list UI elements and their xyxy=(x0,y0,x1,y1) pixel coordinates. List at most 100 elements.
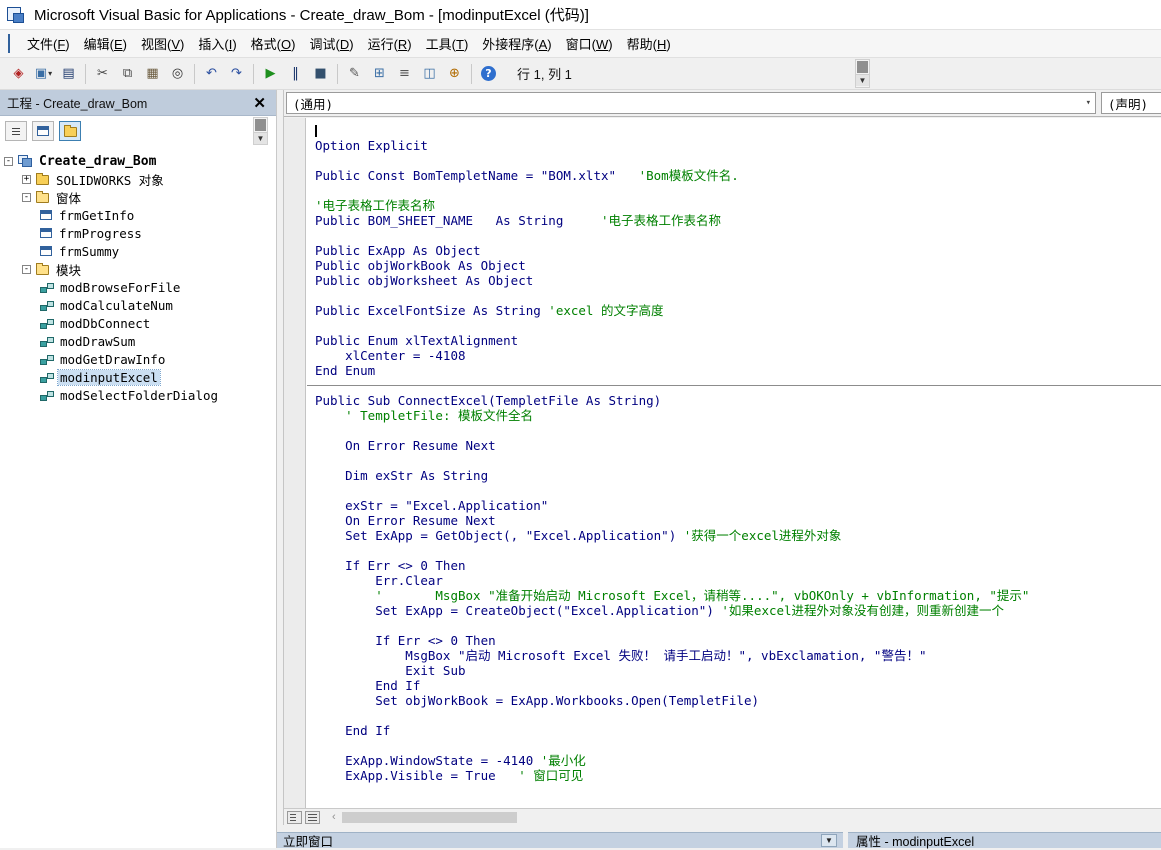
project-explorer-button[interactable]: ⊞ xyxy=(368,62,391,85)
tree-item-label: modBrowseForFile xyxy=(60,279,181,295)
host-app-icon[interactable]: ◈ xyxy=(7,62,30,85)
tree-item-modGetDrawInfo[interactable]: modGetDrawInfo xyxy=(0,350,276,368)
run-button[interactable]: ▶ xyxy=(259,62,282,85)
stop-button[interactable]: ■ xyxy=(309,62,332,85)
collapse-icon[interactable]: - xyxy=(22,192,31,202)
tree-item-frmGetInfo[interactable]: frmGetInfo xyxy=(0,206,276,224)
tree-item-modDrawSum[interactable]: modDrawSum xyxy=(0,332,276,350)
project-panel-scrollbar[interactable]: ▼ xyxy=(253,117,268,145)
code-line: ' MsgBox "准备开始启动 Microsoft Excel，请稍等....… xyxy=(315,588,1030,603)
project-panel-toolbar: ▼ xyxy=(0,116,276,146)
redo-button[interactable]: ↷ xyxy=(225,62,248,85)
project-tree: - Create_draw_Bom + SOLIDWORKS 对象 - 窗体 frmGetI… xyxy=(0,146,276,404)
expand-icon[interactable]: + xyxy=(22,174,31,184)
project-explorer-panel: 工程 - Create_draw_Bom ✕ ▼ - Create_draw_Bo… xyxy=(0,90,277,848)
tree-item-modBrowseForFile[interactable]: modBrowseForFile xyxy=(0,278,276,296)
pause-button[interactable]: ‖ xyxy=(284,62,307,85)
child-window-icon[interactable] xyxy=(8,33,10,53)
collapse-icon[interactable]: - xyxy=(4,156,13,166)
code-dropdown-row: (通用) ▾ (声明) ▾ xyxy=(284,90,1161,117)
toolbar-separator xyxy=(253,63,254,84)
toolbar-overflow-scrollbar[interactable]: ▼ xyxy=(855,59,870,88)
menu-item-E[interactable]: 编辑(E) xyxy=(77,29,134,58)
folder-icon xyxy=(63,125,77,137)
code-editor[interactable]: Option Explicit Public Const BomTempletNa… xyxy=(284,118,1161,808)
scrollbar-thumb[interactable] xyxy=(857,61,868,73)
properties-window-button[interactable]: ≡ xyxy=(393,62,416,85)
toolbar-buttons: ◈ ▣ ▾ ▤ ✂ ⧉ ▦ ◎ ↶ ↷ ▶ ‖ ■ ✎ ⊞ ≡ ◫ ⊕? xyxy=(6,62,501,85)
scroll-down-icon[interactable]: ▼ xyxy=(856,74,869,86)
cut-button[interactable]: ✂ xyxy=(91,62,114,85)
menu-item-F[interactable]: 文件(F) xyxy=(20,29,77,58)
code-line: On Error Resume Next xyxy=(315,438,496,453)
paste-button[interactable]: ▦ xyxy=(141,62,164,85)
help-button[interactable]: ? xyxy=(477,62,500,85)
scroll-down-icon[interactable]: ▼ xyxy=(254,132,267,144)
insert-userform-button[interactable]: ▣ ▾ xyxy=(32,62,55,85)
properties-window-titlebar[interactable]: 属性 - modinputExcel xyxy=(848,832,1161,849)
tree-item-modDbConnect[interactable]: modDbConnect xyxy=(0,314,276,332)
tree-item-Create_draw_Bom[interactable]: - Create_draw_Bom xyxy=(0,152,276,170)
project-panel-header: 工程 - Create_draw_Bom ✕ xyxy=(0,90,276,116)
tree-item-label: SOLIDWORKS 对象 xyxy=(56,172,164,188)
toggle-folders-button[interactable] xyxy=(59,121,81,141)
design-mode-button[interactable]: ✎ xyxy=(343,62,366,85)
code-line: ' TempletFile: 模板文件全名 xyxy=(345,408,533,423)
tree-item-label: modDrawSum xyxy=(60,333,136,349)
immediate-window-titlebar[interactable]: 立即窗口 ▼ xyxy=(277,832,843,849)
copy-button[interactable]: ⧉ xyxy=(116,62,139,85)
code-line: Public ExcelFontSize As String 'excel 的文… xyxy=(315,303,664,318)
menu-item-I[interactable]: 插入(I) xyxy=(191,29,243,58)
tree-item-modCalculateNum[interactable]: modCalculateNum xyxy=(0,296,276,314)
code-line: Set ExApp = CreateObject("Excel.Applicat… xyxy=(315,603,1005,618)
close-icon[interactable]: ✕ xyxy=(250,94,269,112)
tree-item-SOLIDWORKS 对象[interactable]: + SOLIDWORKS 对象 xyxy=(0,170,276,188)
object-dropdown[interactable]: (通用) ▾ xyxy=(286,92,1096,114)
menu-item-O[interactable]: 格式(O) xyxy=(244,29,303,58)
code-line: exStr = "Excel.Application" xyxy=(315,498,549,513)
menu-item-D[interactable]: 调试(D) xyxy=(302,29,360,58)
procedure-dropdown[interactable]: (声明) ▾ xyxy=(1101,92,1161,114)
toolbox-button[interactable]: ⊕ xyxy=(443,62,466,85)
undo-button[interactable]: ↶ xyxy=(200,62,223,85)
tree-item-label: modSelectFolderDialog xyxy=(60,387,219,403)
code-lines[interactable]: Option Explicit Public Const BomTempletNa… xyxy=(307,118,1161,808)
menu-item-W[interactable]: 窗口(W) xyxy=(559,29,620,58)
menu-item-R[interactable]: 运行(R) xyxy=(361,29,419,58)
tree-item-modinputExcel[interactable]: modinputExcel xyxy=(0,368,276,386)
tree-item-modSelectFolderDialog[interactable]: modSelectFolderDialog xyxy=(0,386,276,404)
project-icon xyxy=(18,155,32,167)
code-line: End If xyxy=(315,678,421,693)
menu-bar: 文件(F) 编辑(E) 视图(V) 插入(I) 格式(O) 调试(D) 运行(R) 工具(T)… xyxy=(0,30,1161,58)
module-icon xyxy=(40,336,54,347)
tree-item-frmProgress[interactable]: frmProgress xyxy=(0,224,276,242)
menu-item-V[interactable]: 视图(V) xyxy=(134,29,191,58)
find-button[interactable]: ◎ xyxy=(166,62,189,85)
collapse-icon[interactable]: - xyxy=(22,264,31,274)
toolbar-separator xyxy=(471,63,472,84)
view-object-button[interactable] xyxy=(32,121,54,141)
scroll-left-icon[interactable]: ‹ xyxy=(332,811,336,823)
full-module-view-button[interactable] xyxy=(305,810,320,824)
tree-item-模块[interactable]: - 模块 xyxy=(0,260,276,278)
tree-item-frmSummy[interactable]: frmSummy xyxy=(0,242,276,260)
scrollbar-thumb[interactable] xyxy=(341,811,517,823)
code-horizontal-scrollbar[interactable]: ‹ xyxy=(284,808,1161,825)
procedure-view-button[interactable] xyxy=(287,810,302,824)
code-line: Public objWorksheet As Object xyxy=(315,273,534,288)
object-browser-button[interactable]: ◫ xyxy=(418,62,441,85)
chevron-down-icon[interactable]: ▼ xyxy=(821,834,837,847)
module-icon xyxy=(40,318,54,329)
menu-item-H[interactable]: 帮助(H) xyxy=(620,29,678,58)
menu-item-T[interactable]: 工具(T) xyxy=(419,29,476,58)
menu-item-A[interactable]: 外接程序(A) xyxy=(475,29,558,58)
code-line: ExApp.Visible = True ' 窗口可见 xyxy=(315,768,584,783)
view-code-button[interactable] xyxy=(5,121,27,141)
scrollbar-thumb[interactable] xyxy=(255,119,266,131)
save-button[interactable]: ▤ xyxy=(57,62,80,85)
tree-item-label: frmProgress xyxy=(59,225,142,241)
tree-item-窗体[interactable]: - 窗体 xyxy=(0,188,276,206)
